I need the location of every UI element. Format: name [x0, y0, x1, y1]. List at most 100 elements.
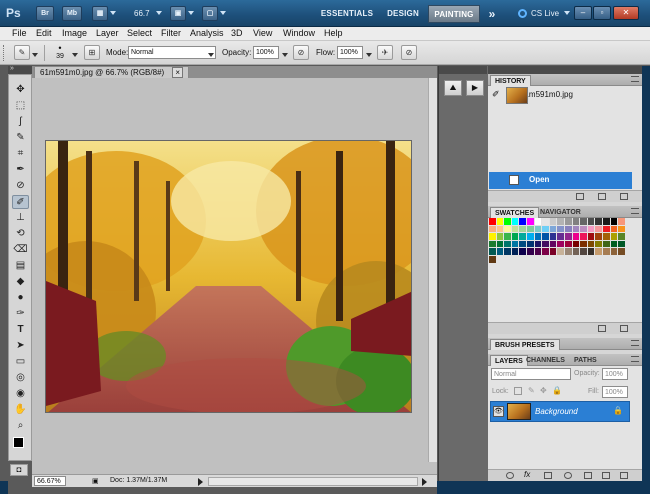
brush-tool-icon[interactable]: ✐ — [12, 195, 29, 209]
color-swatch[interactable] — [549, 240, 557, 248]
options-grip-icon[interactable] — [3, 45, 6, 61]
swatches-panel-menu-icon[interactable] — [631, 208, 639, 214]
pen-tool-icon[interactable]: ✑ — [12, 307, 29, 321]
color-swatch[interactable] — [504, 248, 511, 255]
color-swatch[interactable] — [618, 233, 625, 240]
history-step-open[interactable]: Open — [489, 172, 632, 189]
new-swatch-icon[interactable] — [598, 325, 606, 332]
color-swatch[interactable] — [489, 248, 496, 255]
menu-help[interactable]: Help — [324, 28, 343, 38]
close-document-icon[interactable]: × — [172, 67, 184, 78]
opacity-field[interactable]: 100% — [253, 46, 279, 59]
brush-panel-dock-icon[interactable]: ⛰ — [444, 80, 462, 96]
delete-state-icon[interactable] — [620, 193, 628, 200]
color-swatch[interactable] — [572, 225, 580, 233]
fill-field[interactable]: 100% — [602, 386, 628, 398]
color-swatch[interactable] — [504, 240, 511, 248]
clone-stamp-tool-icon[interactable]: ⊥ — [12, 211, 29, 225]
color-swatch[interactable] — [580, 233, 587, 240]
3d-rotate-tool-icon[interactable]: ◎ — [12, 371, 29, 385]
color-swatch[interactable] — [603, 240, 610, 248]
bridge-button[interactable]: Br — [36, 6, 54, 21]
quick-selection-tool-icon[interactable]: ✎ — [12, 131, 29, 145]
color-swatch[interactable] — [618, 248, 625, 255]
status-info-icon[interactable]: ▣ — [92, 477, 99, 485]
menu-3d[interactable]: 3D — [231, 28, 243, 38]
cs-live-button[interactable]: CS Live — [531, 9, 559, 18]
color-swatch[interactable] — [489, 256, 496, 263]
color-swatch[interactable] — [511, 218, 519, 225]
cs-live-dropdown-icon[interactable] — [564, 11, 570, 15]
screen-mode-dropdown-icon[interactable] — [220, 11, 226, 15]
color-swatch[interactable] — [496, 233, 504, 240]
color-swatch[interactable] — [504, 218, 511, 225]
color-swatch[interactable] — [542, 233, 549, 240]
brush-presets-menu-icon[interactable] — [631, 340, 639, 346]
color-swatch[interactable] — [565, 233, 572, 240]
color-swatch[interactable] — [504, 233, 511, 240]
color-swatch[interactable] — [572, 233, 580, 240]
flow-dropdown-icon[interactable] — [366, 53, 372, 57]
lasso-tool-icon[interactable]: ʃ — [12, 115, 29, 129]
path-selection-tool-icon[interactable]: ➤ — [12, 339, 29, 353]
color-swatch[interactable] — [511, 225, 519, 233]
color-swatch[interactable] — [527, 248, 534, 255]
foreground-color-swatch[interactable] — [13, 437, 24, 448]
layer-row-background[interactable]: 👁 Background 🔒 — [490, 401, 630, 422]
blur-tool-icon[interactable]: ◆ — [12, 275, 29, 289]
color-swatch[interactable] — [534, 218, 542, 225]
color-swatch[interactable] — [496, 240, 504, 248]
color-swatch[interactable] — [618, 225, 625, 233]
mini-bridge-button[interactable]: Mb — [62, 6, 82, 21]
delete-swatch-icon[interactable] — [620, 325, 628, 332]
history-panel-menu-icon[interactable] — [631, 76, 639, 82]
quick-mask-icon[interactable]: ◘ — [10, 464, 28, 476]
color-swatch[interactable] — [595, 240, 602, 248]
scroll-right-icon[interactable] — [422, 478, 427, 486]
color-swatch[interactable] — [557, 240, 564, 248]
color-swatch[interactable] — [504, 225, 511, 233]
collapse-tools-icon[interactable]: » — [10, 65, 14, 72]
color-swatch[interactable] — [557, 248, 564, 255]
mode-dropdown-icon[interactable] — [208, 53, 214, 57]
3d-orbit-tool-icon[interactable]: ◉ — [12, 387, 29, 401]
color-swatch[interactable] — [534, 225, 542, 233]
color-swatch[interactable] — [610, 225, 618, 233]
color-swatch[interactable] — [580, 218, 587, 225]
crop-tool-icon[interactable]: ⌗ — [12, 147, 29, 161]
color-swatch[interactable] — [595, 225, 602, 233]
status-menu-arrow-icon[interactable] — [198, 478, 203, 486]
color-swatch[interactable] — [565, 248, 572, 255]
history-snapshot-thumbnail[interactable] — [506, 87, 528, 104]
tab-navigator[interactable]: NAVIGATOR — [536, 207, 585, 218]
link-layers-icon[interactable] — [506, 472, 514, 479]
color-swatch[interactable] — [542, 225, 549, 233]
shape-tool-icon[interactable]: ▭ — [12, 355, 29, 369]
menu-select[interactable]: Select — [127, 28, 152, 38]
color-swatch[interactable] — [489, 240, 496, 248]
maximize-button[interactable]: ▫ — [593, 6, 611, 20]
color-swatch[interactable] — [610, 233, 618, 240]
color-swatch[interactable] — [549, 248, 557, 255]
color-swatch[interactable] — [527, 233, 534, 240]
color-swatch[interactable] — [587, 225, 595, 233]
history-brush-tool-icon[interactable]: ⟲ — [12, 227, 29, 241]
tool-preset-icon[interactable]: ✎ — [14, 45, 30, 60]
color-swatch[interactable] — [618, 218, 625, 225]
type-tool-icon[interactable]: T — [12, 323, 29, 337]
add-mask-icon[interactable] — [544, 472, 552, 479]
workspace-design[interactable]: DESIGN — [383, 5, 423, 23]
tab-paths[interactable]: PATHS — [570, 355, 601, 366]
menu-filter[interactable]: Filter — [161, 28, 181, 38]
color-swatch[interactable] — [527, 240, 534, 248]
color-swatch[interactable] — [595, 248, 602, 255]
color-swatch[interactable] — [580, 248, 587, 255]
color-swatch[interactable] — [587, 218, 595, 225]
move-tool-icon[interactable]: ✥ — [12, 83, 29, 97]
marquee-tool-icon[interactable]: ⬚ — [12, 99, 29, 113]
opacity-dropdown-icon[interactable] — [282, 53, 288, 57]
color-swatch[interactable] — [511, 233, 519, 240]
color-swatch[interactable] — [549, 233, 557, 240]
brush-picker-dropdown-icon[interactable] — [72, 53, 78, 57]
close-button[interactable]: ✕ — [613, 6, 639, 20]
